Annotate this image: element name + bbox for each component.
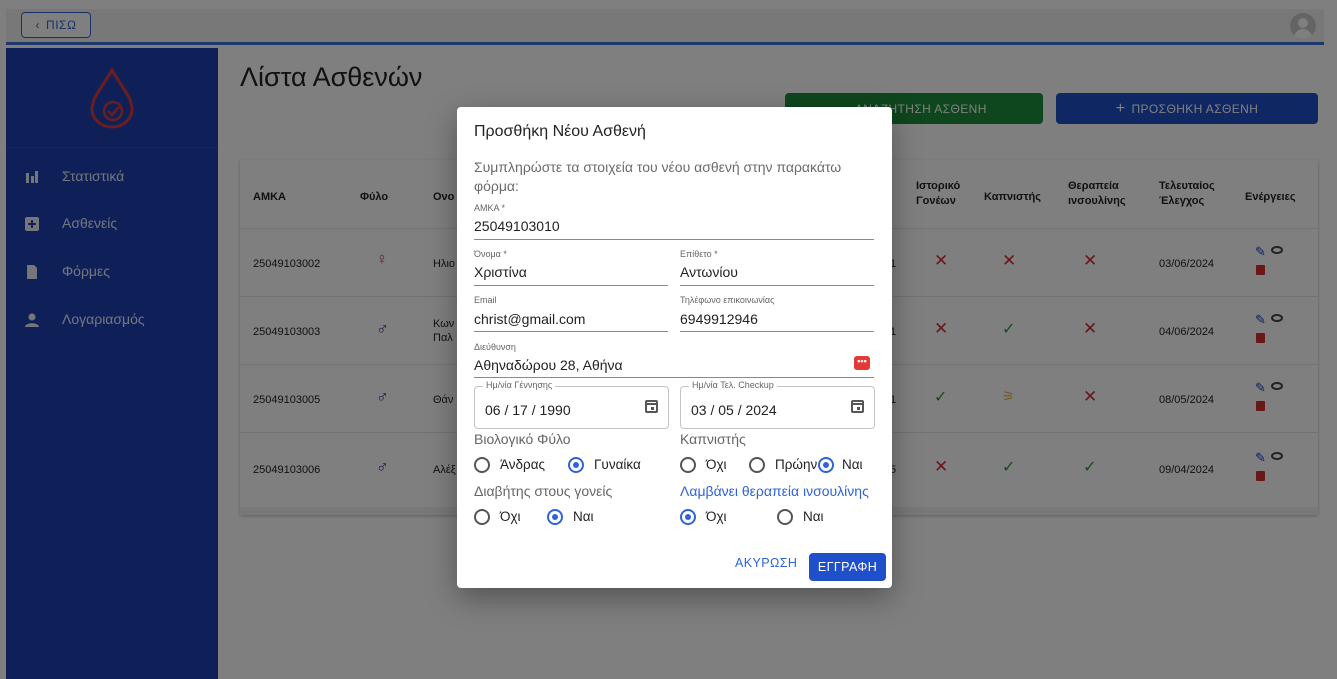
birth-date-label: Ημ/νία Γέννησης xyxy=(483,380,556,390)
smoker-label: Καπνιστής xyxy=(680,431,746,447)
calendar-icon[interactable] xyxy=(645,400,658,413)
smoker-former-label[interactable]: Πρώην xyxy=(775,457,817,472)
insulin-no-label[interactable]: Όχι xyxy=(706,509,727,524)
checkup-date-label: Ημ/νία Τελ. Checkup xyxy=(689,380,777,390)
sex-female-label[interactable]: Γυναίκα xyxy=(594,457,641,472)
last-name-underline xyxy=(680,285,874,286)
phone-field[interactable]: 6949912946 xyxy=(680,311,758,327)
add-patient-dialog: Προσθήκη Νέου Ασθενή Συμπληρώστε τα στοι… xyxy=(457,107,892,588)
email-field[interactable]: christ@gmail.com xyxy=(474,311,585,327)
email-label: Email xyxy=(474,295,497,305)
smoker-yes-radio[interactable] xyxy=(818,457,834,473)
address-underline xyxy=(474,377,874,378)
parents-diabetes-yes-label[interactable]: Ναι xyxy=(573,509,594,524)
email-underline xyxy=(474,331,668,332)
insulin-therapy-label: Λαμβάνει θεραπεία ινσουλίνης xyxy=(680,483,869,499)
submit-button[interactable]: ΕΓΓΡΑΦΗ xyxy=(809,553,886,581)
smoker-former-radio[interactable] xyxy=(749,457,765,473)
address-label: Διεύθυνση xyxy=(474,342,516,352)
first-name-label: Όνομα * xyxy=(474,249,507,259)
sex-label: Βιολογικό Φύλο xyxy=(474,431,571,447)
cancel-button[interactable]: ΑΚΥΡΩΣΗ xyxy=(735,556,797,570)
insulin-no-radio[interactable] xyxy=(680,509,696,525)
calendar-icon[interactable] xyxy=(851,400,864,413)
phone-label: Τηλέφωνο επικοινωνίας xyxy=(680,295,775,305)
more-options-icon[interactable]: ••• xyxy=(854,356,870,370)
parents-diabetes-yes-radio[interactable] xyxy=(547,509,563,525)
amka-label: ΑΜΚΑ * xyxy=(474,203,506,213)
checkup-date-value: 03 / 05 / 2024 xyxy=(691,402,777,418)
last-name-field[interactable]: Αντωνίου xyxy=(680,264,738,280)
smoker-no-label[interactable]: Όχι xyxy=(706,457,727,472)
first-name-underline xyxy=(474,285,668,286)
parents-diabetes-no-radio[interactable] xyxy=(474,509,490,525)
checkup-date-field[interactable]: Ημ/νία Τελ. Checkup 03 / 05 / 2024 xyxy=(680,380,875,429)
amka-underline xyxy=(474,239,874,240)
amka-field[interactable]: 25049103010 xyxy=(474,218,560,234)
insulin-yes-radio[interactable] xyxy=(777,509,793,525)
dialog-description: Συμπληρώστε τα στοιχεία του νέου ασθενή … xyxy=(474,159,842,194)
smoker-no-radio[interactable] xyxy=(680,457,696,473)
sex-male-radio[interactable] xyxy=(474,457,490,473)
birth-date-value: 06 / 17 / 1990 xyxy=(485,402,571,418)
app-page: ‹ ΠΙΣΩ Στατιστικά Ασθενείς xyxy=(0,0,1337,679)
parents-diabetes-no-label[interactable]: Όχι xyxy=(500,509,521,524)
parents-diabetes-label: Διαβήτης στους γονείς xyxy=(474,483,613,499)
last-name-label: Επίθετο * xyxy=(680,249,718,259)
sex-female-radio[interactable] xyxy=(568,457,584,473)
phone-underline xyxy=(680,331,874,332)
address-field[interactable]: Αθηναδώρου 28, Αθήνα xyxy=(474,357,623,373)
sex-male-label[interactable]: Άνδρας xyxy=(500,457,545,472)
birth-date-field[interactable]: Ημ/νία Γέννησης 06 / 17 / 1990 xyxy=(474,380,669,429)
smoker-yes-label[interactable]: Ναι xyxy=(842,457,863,472)
first-name-field[interactable]: Χριστίνα xyxy=(474,264,527,280)
dialog-title: Προσθήκη Νέου Ασθενή xyxy=(474,123,646,140)
insulin-yes-label[interactable]: Ναι xyxy=(803,509,824,524)
